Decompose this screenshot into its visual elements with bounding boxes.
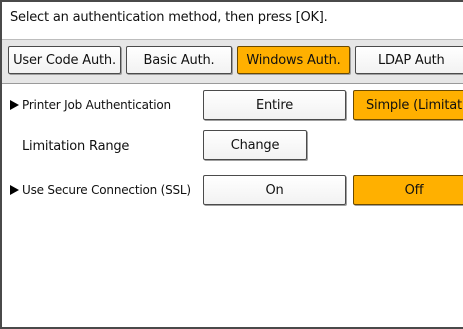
tab-windows-auth[interactable]: Windows Auth. — [237, 46, 350, 74]
triangle-marker-icon — [10, 100, 19, 110]
tab-basic-auth[interactable]: Basic Auth. — [126, 46, 232, 74]
simple-limitation-button[interactable]: Simple (Limitat — [353, 90, 463, 120]
triangle-marker-icon — [10, 185, 19, 195]
printer-job-auth-row: Printer Job Authentication — [10, 98, 171, 112]
auth-method-tabs: User Code Auth. Basic Auth. Windows Auth… — [2, 39, 463, 84]
secure-connection-label: Use Secure Connection (SSL) — [22, 183, 191, 197]
limitation-range-label: Limitation Range — [22, 139, 130, 154]
auth-settings-panel: Select an authentication method, then pr… — [0, 0, 463, 329]
printer-job-auth-label: Printer Job Authentication — [22, 98, 171, 112]
ssl-on-button[interactable]: On — [203, 175, 346, 205]
secure-connection-row: Use Secure Connection (SSL) — [10, 183, 191, 197]
tab-user-code-auth[interactable]: User Code Auth. — [8, 46, 121, 74]
ssl-off-button[interactable]: Off — [353, 175, 463, 205]
tab-ldap-auth[interactable]: LDAP Auth — [355, 46, 463, 74]
entire-button[interactable]: Entire — [203, 90, 346, 120]
instruction-text: Select an authentication method, then pr… — [10, 10, 328, 25]
change-button[interactable]: Change — [203, 130, 307, 160]
